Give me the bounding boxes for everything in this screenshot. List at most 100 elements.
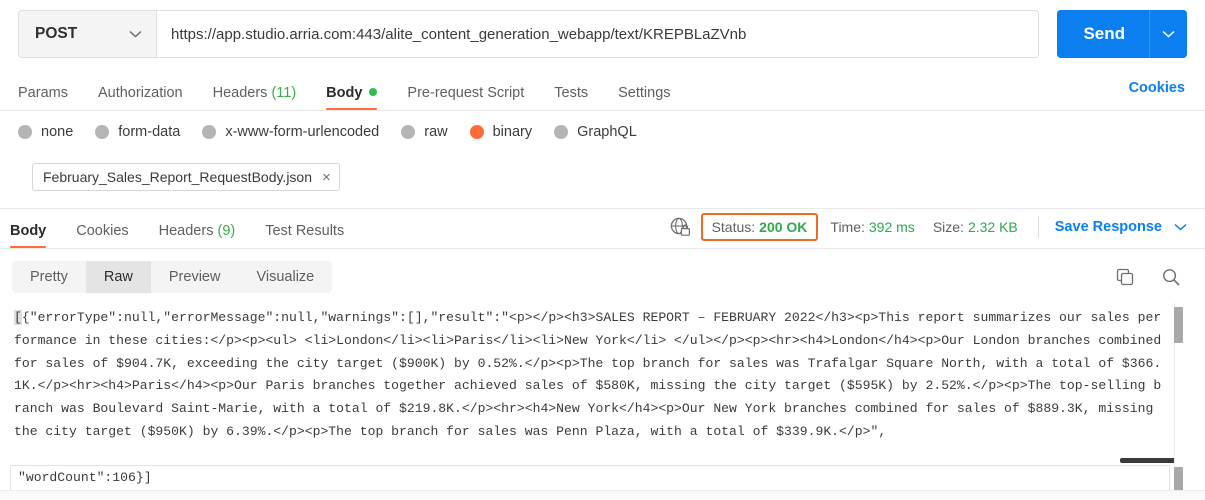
chevron-down-glyph: [129, 30, 142, 38]
status-badge: Status: 200 OK: [700, 213, 819, 241]
copy-icon[interactable]: [1115, 267, 1135, 287]
view-mode-visualize[interactable]: Visualize: [238, 261, 332, 293]
size-value: 2.32 KB: [967, 219, 1018, 235]
view-mode-label: Visualize: [256, 269, 315, 285]
response-body-json: {"errorType":null,"errorMessage":null,"w…: [14, 310, 1170, 439]
response-tool-icons: [1115, 267, 1187, 287]
radio-button-icon: [18, 125, 32, 139]
view-mode-preview[interactable]: Preview: [151, 261, 239, 293]
response-tab-label: Cookies: [76, 223, 129, 239]
response-meta-bar: Status: 200 OK Time: 392 ms Size: 2.32 KB …: [669, 212, 1187, 242]
request-tab-count: (11): [271, 85, 297, 101]
request-tab-pre-request-script[interactable]: Pre-request Script: [407, 85, 524, 110]
radio-button-icon: [554, 125, 569, 139]
vertical-scrollbar-track[interactable]: [1174, 303, 1186, 497]
radio-button-icon: [401, 125, 416, 139]
body-type-radio-label: form-data: [118, 124, 181, 140]
body-type-radio-label: x-www-form-urlencoded: [225, 124, 380, 140]
request-tab-label: Settings: [618, 85, 671, 101]
globe-lock-icon: [669, 216, 691, 238]
view-mode-label: Preview: [168, 269, 221, 285]
postman-request-response-panel: POST Send Params Authorization Headers (11…: [0, 0, 1205, 500]
url-bar: POST Send: [0, 0, 1205, 68]
body-type-radio-label: none: [41, 124, 74, 140]
body-type-radio-binary[interactable]: binary: [469, 124, 533, 140]
chevron-down-glyph: [1162, 30, 1175, 38]
cookies-link[interactable]: Cookies: [1129, 80, 1185, 96]
response-tab-body[interactable]: Body: [10, 223, 47, 248]
time-label: Time:: [830, 219, 865, 235]
request-tab-label: Headers: [212, 85, 268, 101]
send-options-chevron-icon[interactable]: [1149, 10, 1187, 58]
response-view-segmented-control: Pretty Raw Preview Visualize: [12, 261, 333, 293]
time-value: 392 ms: [868, 219, 915, 235]
response-tab-label: Headers: [158, 223, 214, 239]
response-tab-label: Test Results: [265, 223, 345, 239]
response-tab-label: Body: [10, 223, 47, 239]
request-tab-settings[interactable]: Settings: [618, 85, 670, 110]
send-button[interactable]: Send: [1057, 10, 1149, 58]
response-tab-count: (9): [217, 223, 236, 239]
body-type-radio-label: GraphQL: [577, 124, 637, 140]
request-tab-headers[interactable]: Headers (11): [213, 85, 297, 110]
time-metric: Time: 392 ms: [830, 219, 914, 235]
request-tab-label: Pre-request Script: [407, 85, 525, 101]
body-type-radio-label: raw: [424, 124, 448, 140]
size-label: Size:: [932, 219, 964, 235]
body-type-radio-raw[interactable]: raw: [401, 124, 448, 140]
response-view-toolbar: Pretty Raw Preview Visualize: [0, 256, 1205, 298]
horizontal-scrollbar-thumb[interactable]: [1120, 458, 1180, 463]
body-type-radio-label: binary: [492, 124, 533, 140]
request-url-input[interactable]: [157, 11, 1039, 57]
copy-glyph: [1116, 268, 1134, 286]
view-mode-label: Raw: [103, 269, 133, 285]
body-type-radio-form-data[interactable]: form-data: [95, 124, 180, 140]
request-tab-label: Body: [326, 85, 363, 101]
globe-lock-glyph: [670, 217, 690, 236]
vertical-scrollbar-thumb[interactable]: [1174, 307, 1183, 343]
search-icon[interactable]: [1161, 267, 1181, 287]
http-method-select[interactable]: POST: [19, 11, 157, 57]
view-mode-label: Pretty: [30, 269, 68, 285]
response-body-viewer[interactable]: [{"errorType":null,"errorMessage":null,"…: [10, 303, 1188, 497]
radio-button-icon: [202, 125, 217, 139]
request-tab-params[interactable]: Params: [18, 85, 68, 110]
request-tab-authorization[interactable]: Authorization: [98, 85, 183, 110]
body-type-radio-x-www-form-urlencoded[interactable]: x-www-form-urlencoded: [202, 124, 379, 140]
request-tab-label: Tests: [554, 85, 589, 101]
size-metric: Size: 2.32 KB: [933, 219, 1018, 235]
radio-button-icon: [469, 125, 484, 139]
response-body-text[interactable]: [{"errorType":null,"errorMessage":null,"…: [10, 303, 1170, 471]
bracket-open: [: [14, 310, 22, 325]
divider-response-top: [0, 208, 1205, 209]
request-tab-bar: Params Authorization Headers (11) Body Pre-r…: [0, 72, 1205, 110]
divider-response-tabs: [0, 248, 1205, 249]
close-icon[interactable]: ×: [322, 169, 331, 186]
chevron-down-glyph: [1174, 223, 1187, 231]
response-body-last-line: "wordCount":106}]: [18, 470, 152, 485]
selected-file-name: February_Sales_Report_RequestBody.json: [43, 169, 313, 185]
save-response-label: Save Response: [1054, 219, 1162, 235]
body-type-radio-graphql[interactable]: GraphQL: [554, 124, 637, 140]
search-glyph: [1163, 269, 1180, 286]
request-tab-tests[interactable]: Tests: [554, 85, 588, 110]
unsaved-indicator-dot-icon: [369, 88, 378, 96]
send-button-group: Send: [1057, 10, 1187, 58]
http-method-value: POST: [35, 25, 78, 42]
divider-request-tabs: [0, 110, 1205, 111]
status-value: 200 OK: [759, 219, 808, 235]
save-response-button[interactable]: Save Response: [1055, 219, 1187, 235]
response-tab-cookies[interactable]: Cookies: [76, 223, 128, 248]
view-mode-raw[interactable]: Raw: [85, 261, 151, 293]
request-tab-body[interactable]: Body: [326, 85, 378, 110]
chevron-down-icon: [1174, 220, 1187, 234]
body-type-radio-none[interactable]: none: [18, 124, 73, 140]
request-tab-label: Authorization: [97, 85, 183, 101]
status-label: Status:: [711, 219, 756, 235]
response-tab-headers[interactable]: Headers (9): [159, 223, 236, 248]
request-tab-label: Params: [18, 85, 68, 101]
selected-file-chip[interactable]: February_Sales_Report_RequestBody.json ×: [32, 163, 340, 191]
binary-file-row: February_Sales_Report_RequestBody.json ×: [0, 163, 1205, 205]
response-tab-test-results[interactable]: Test Results: [265, 223, 344, 248]
view-mode-pretty[interactable]: Pretty: [12, 261, 86, 293]
